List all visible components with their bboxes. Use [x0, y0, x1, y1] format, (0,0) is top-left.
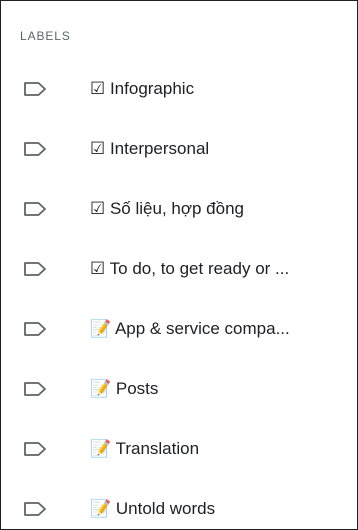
label-tag-icon [23, 201, 49, 217]
sidebar-item-label: 📝 Posts [90, 379, 159, 398]
sidebar-item-posts[interactable]: 📝 Posts [1, 359, 357, 419]
sidebar-item-infographic[interactable]: ☑ Infographic [1, 59, 357, 119]
sidebar-item-label: ☑ To do, to get ready or ... [90, 259, 290, 278]
sidebar-item-label: 📝 Untold words [90, 499, 216, 518]
label-tag-icon [23, 321, 49, 337]
sidebar-item-app-service[interactable]: 📝 App & service compa... [1, 299, 357, 359]
sidebar-item-interpersonal[interactable]: ☑ Interpersonal [1, 119, 357, 179]
sidebar-item-untold-words[interactable]: 📝 Untold words [1, 479, 357, 529]
label-list: ☑ Infographic ☑ Interpersonal ☑ Số liệu,… [1, 59, 357, 529]
sidebar-item-label: ☑ Số liệu, hợp đồng [90, 199, 244, 218]
sidebar-item-label: ☑ Infographic [90, 79, 195, 98]
labels-section-title: LABELS [20, 29, 71, 43]
sidebar-item-label: 📝 App & service compa... [90, 319, 290, 338]
sidebar-item-translation[interactable]: 📝 Translation [1, 419, 357, 479]
sidebar-item-so-lieu-hop-dong[interactable]: ☑ Số liệu, hợp đồng [1, 179, 357, 239]
label-tag-icon [23, 81, 49, 97]
sidebar-item-to-do[interactable]: ☑ To do, to get ready or ... [1, 239, 357, 299]
sidebar-item-label: 📝 Translation [90, 439, 200, 458]
label-tag-icon [23, 141, 49, 157]
label-tag-icon [23, 501, 49, 517]
sidebar-item-label: ☑ Interpersonal [90, 139, 210, 158]
labels-panel: LABELS ☑ Infographic ☑ Interpersonal ☑ S… [0, 0, 358, 530]
label-tag-icon [23, 261, 49, 277]
label-tag-icon [23, 381, 49, 397]
label-tag-icon [23, 441, 49, 457]
